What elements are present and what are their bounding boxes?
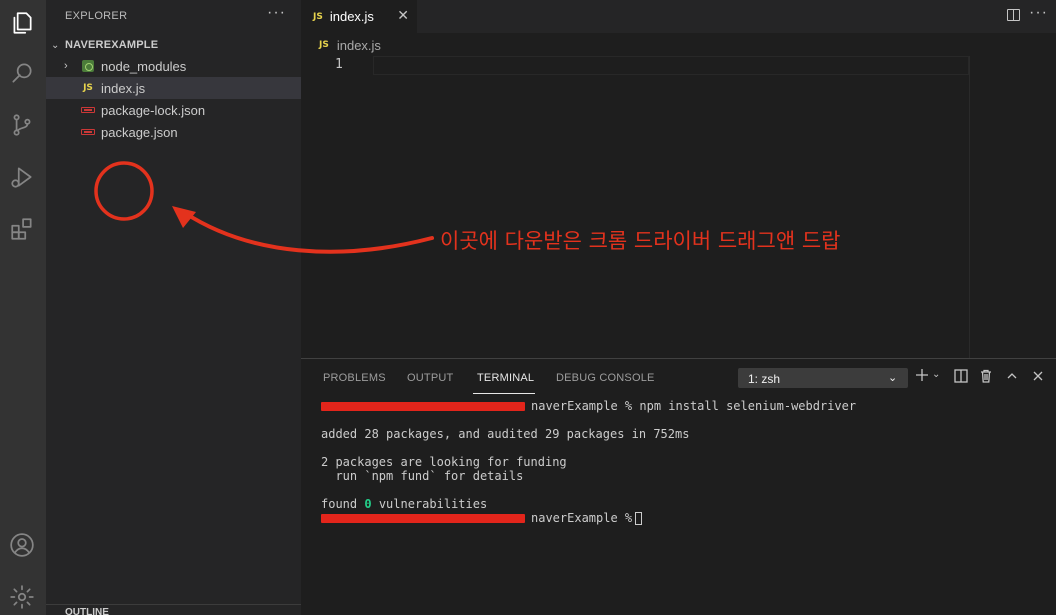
redacted-username — [321, 514, 525, 523]
search-icon[interactable] — [7, 58, 37, 88]
tab-debug-console[interactable]: DEBUG CONSOLE — [556, 372, 655, 384]
active-tab-indicator — [473, 393, 535, 394]
split-terminal-icon[interactable] — [954, 369, 968, 387]
json-file-icon — [80, 103, 96, 117]
close-panel-icon[interactable] — [1031, 369, 1045, 387]
code-editor[interactable]: 1 — [301, 56, 1056, 358]
json-file-icon — [80, 125, 96, 139]
terminal-cursor — [635, 512, 643, 525]
tree-item-label: node_modules — [101, 58, 187, 74]
current-line-highlight — [373, 56, 969, 75]
js-file-icon: JS — [83, 83, 93, 93]
editor-tabs-bar: JS index.js ✕ ··· — [301, 0, 1056, 33]
tab-output[interactable]: OUTPUT — [407, 372, 453, 384]
settings-gear-icon[interactable] — [7, 582, 37, 612]
run-debug-icon[interactable] — [7, 162, 37, 192]
outline-section[interactable]: OUTLINE — [46, 604, 301, 615]
chevron-right-icon: › — [64, 60, 68, 72]
annotation-text: 이곳에 다운받은 크롬 드라이버 드래그앤 드랍 — [440, 229, 841, 253]
tree-item-index-js[interactable]: JS index.js — [46, 77, 301, 99]
terminal-line: run `npm fund` for details — [321, 469, 524, 483]
more-actions-icon[interactable]: ··· — [267, 4, 286, 22]
account-icon[interactable] — [7, 530, 37, 560]
tab-terminal[interactable]: TERMINAL — [477, 372, 534, 384]
line-number: 1 — [335, 57, 343, 72]
explorer-sidebar: EXPLORER ··· ⌄ NAVEREXAMPLE › node_modul… — [46, 0, 301, 615]
redacted-username — [321, 402, 525, 411]
terminal-prompt-line: naverExample % — [321, 511, 856, 525]
extensions-icon[interactable] — [7, 214, 37, 244]
terminal-line: added 28 packages, and audited 29 packag… — [321, 427, 690, 441]
terminal-line: naverExample % npm install selenium-webd… — [321, 399, 856, 413]
terminal-dropdown-chevron-icon[interactable]: ⌄ — [932, 367, 940, 383]
trash-icon[interactable] — [979, 369, 993, 387]
breadcrumb[interactable]: JS index.js — [301, 34, 381, 56]
js-file-icon: JS — [319, 40, 329, 50]
terminal-select-value: 1: zsh — [748, 372, 781, 386]
tree-item-label: index.js — [101, 80, 146, 96]
new-terminal-icon[interactable] — [915, 368, 929, 386]
activity-bar — [0, 0, 46, 615]
terminal-output[interactable]: naverExample % npm install selenium-webd… — [321, 399, 856, 525]
maximize-panel-icon[interactable] — [1005, 369, 1019, 387]
split-editor-icon[interactable] — [1007, 9, 1020, 21]
tree-item-package-lock-json[interactable]: package-lock.json — [46, 99, 301, 121]
chevron-down-icon: ⌄ — [51, 39, 60, 51]
tab-problems[interactable]: PROBLEMS — [323, 372, 386, 384]
tree-item-node-modules[interactable]: › node_modules — [46, 55, 301, 77]
explorer-icon[interactable] — [7, 8, 37, 38]
workspace-folder-label: NAVEREXAMPLE — [65, 39, 159, 51]
tree-item-label: package-lock.json — [101, 102, 206, 118]
terminal-line: 2 packages are looking for funding — [321, 455, 567, 469]
tree-item-package-json[interactable]: package.json — [46, 121, 301, 143]
tab-label: index.js — [329, 9, 374, 24]
workspace-folder[interactable]: ⌄ NAVEREXAMPLE — [46, 34, 301, 56]
terminal-select[interactable]: 1: zsh ⌄ — [738, 368, 908, 388]
js-file-icon: JS — [313, 11, 323, 22]
explorer-title: EXPLORER — [65, 10, 128, 22]
node-folder-icon — [80, 59, 96, 73]
more-actions-icon[interactable]: ··· — [1029, 4, 1048, 22]
bottom-panel: PROBLEMS OUTPUT TERMINAL DEBUG CONSOLE 1… — [301, 358, 1056, 615]
chevron-down-icon: ⌄ — [888, 372, 898, 384]
minimap-divider — [969, 56, 970, 358]
terminal-line: found 0 vulnerabilities — [321, 497, 488, 511]
outline-label: OUTLINE — [65, 607, 109, 615]
close-icon[interactable]: ✕ — [397, 7, 409, 24]
breadcrumb-file[interactable]: index.js — [337, 38, 381, 53]
tab-index-js[interactable]: JS index.js ✕ — [301, 0, 417, 33]
source-control-icon[interactable] — [7, 110, 37, 140]
tree-item-label: package.json — [101, 124, 178, 140]
